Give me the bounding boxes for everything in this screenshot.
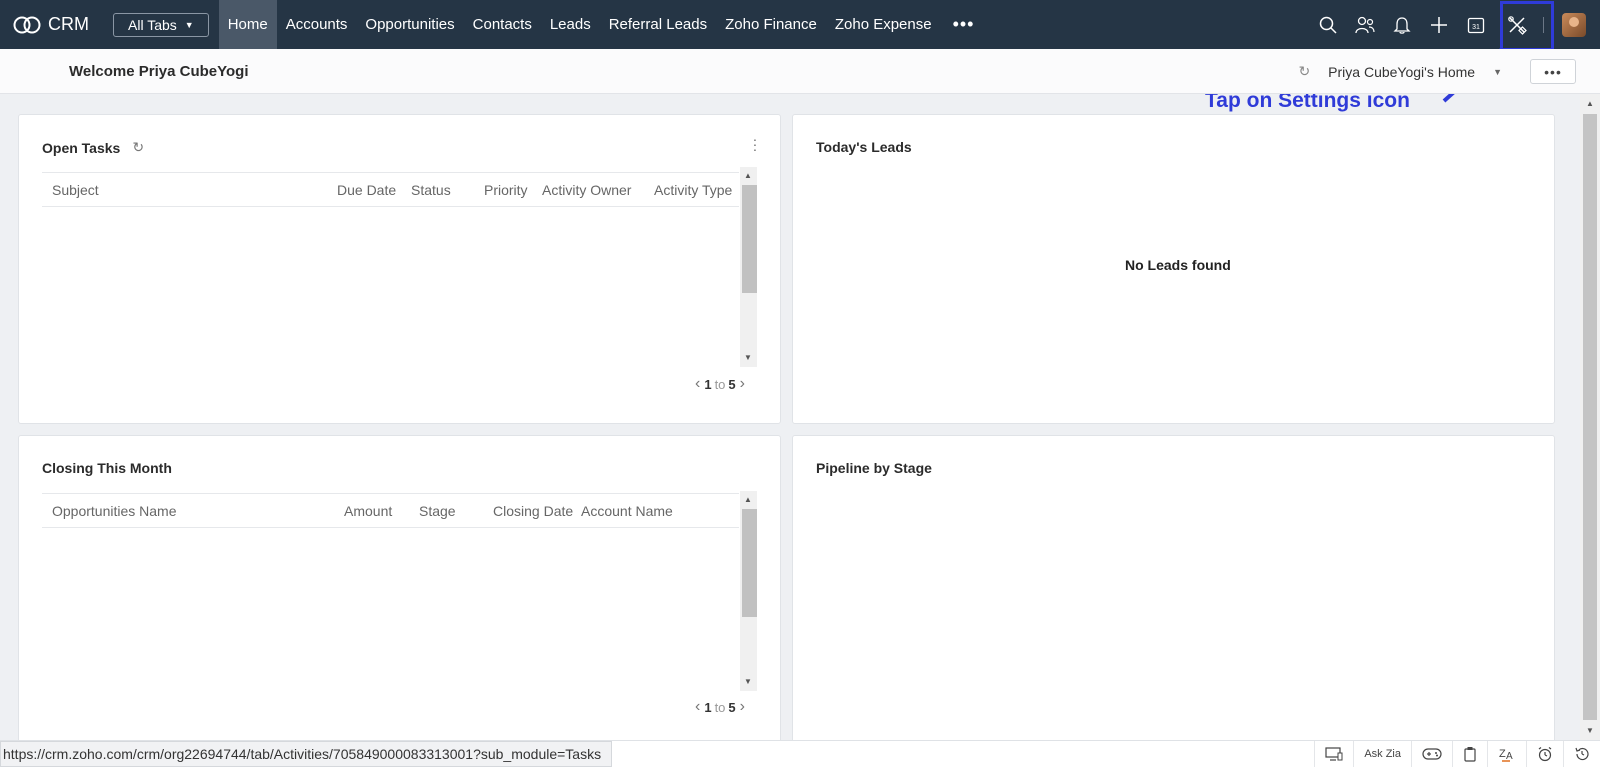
- scroll-down-icon[interactable]: ▼: [744, 677, 752, 686]
- page-header: Welcome Priya CubeYogi ↻ Priya CubeYogi'…: [0, 49, 1600, 94]
- column-header-activity-type[interactable]: Activity Type: [654, 182, 732, 198]
- calendar-icon[interactable]: 31: [1457, 0, 1494, 49]
- nav-icon-group: 31: [1309, 0, 1600, 49]
- bell-icon[interactable]: [1383, 0, 1420, 49]
- svg-text:Z: Z: [1499, 748, 1506, 760]
- scroll-down-icon[interactable]: ▼: [1586, 726, 1594, 735]
- search-icon[interactable]: [1309, 0, 1346, 49]
- pipeline-title: Pipeline by Stage: [816, 460, 932, 476]
- page-from: 1: [704, 699, 712, 715]
- page-to-label: to: [714, 699, 726, 715]
- home-view-label: Priya CubeYogi's Home: [1328, 63, 1476, 80]
- top-navigation-bar: CRM All Tabs ▼ Home Accounts Opportuniti…: [0, 0, 1600, 49]
- tab-referral-leads[interactable]: Referral Leads: [600, 0, 716, 49]
- card-title: Open Tasks ↻: [42, 139, 144, 156]
- plus-icon[interactable]: [1420, 0, 1457, 49]
- refresh-icon[interactable]: ↻: [132, 139, 144, 156]
- scrollbar-thumb[interactable]: [742, 509, 757, 617]
- more-tabs-button[interactable]: •••: [941, 0, 987, 49]
- refresh-icon[interactable]: ↻: [1298, 63, 1310, 80]
- closing-this-month-title: Closing This Month: [42, 460, 172, 476]
- home-view-selector[interactable]: ↻ Priya CubeYogi's Home ▼: [1298, 49, 1502, 94]
- tab-contacts[interactable]: Contacts: [464, 0, 541, 49]
- scroll-up-icon[interactable]: ▲: [744, 495, 752, 504]
- open-tasks-card: Open Tasks ↻ · · · Subject Due Date Status…: [18, 114, 781, 424]
- tab-accounts[interactable]: Accounts: [277, 0, 357, 49]
- scroll-down-icon[interactable]: ▼: [744, 353, 752, 362]
- table-header: Opportunities Name Amount Stage Closing …: [42, 493, 739, 528]
- open-tasks-title: Open Tasks: [42, 139, 121, 156]
- card-title: Closing This Month: [42, 460, 172, 476]
- todays-leads-title: Today's Leads: [816, 139, 912, 155]
- header-more-button[interactable]: •••: [1530, 59, 1576, 84]
- column-header-subject[interactable]: Subject: [52, 182, 99, 198]
- card-title: Today's Leads: [816, 139, 912, 155]
- pagination: ‹ 1 to 5 ›: [691, 698, 749, 716]
- avatar[interactable]: [1562, 12, 1586, 37]
- history-icon[interactable]: [1563, 741, 1600, 767]
- page-to: 5: [728, 699, 736, 715]
- page-from: 1: [704, 376, 712, 392]
- desktop-icon[interactable]: [1314, 741, 1353, 767]
- scroll-up-icon[interactable]: ▲: [744, 171, 752, 180]
- next-page-icon[interactable]: ›: [740, 375, 745, 393]
- scrollbar-thumb[interactable]: [742, 185, 757, 293]
- column-header-closing-date[interactable]: Closing Date: [493, 503, 573, 519]
- pipeline-by-stage-card: Pipeline by Stage: [792, 435, 1555, 745]
- clipboard-icon[interactable]: [1452, 741, 1487, 767]
- status-icon-group: Ask Zia ZA: [1314, 741, 1600, 767]
- column-header-priority[interactable]: Priority: [484, 182, 528, 198]
- column-header-status[interactable]: Status: [411, 182, 451, 198]
- column-header-opportunities-name[interactable]: Opportunities Name: [52, 503, 177, 519]
- page-to-label: to: [714, 376, 726, 392]
- all-tabs-label: All Tabs: [128, 16, 177, 33]
- todays-leads-card: Today's Leads No Leads found: [792, 114, 1555, 424]
- column-header-amount[interactable]: Amount: [344, 503, 392, 519]
- scroll-up-icon[interactable]: ▲: [1586, 99, 1594, 108]
- column-header-stage[interactable]: Stage: [419, 503, 456, 519]
- settings-highlight-box: [1500, 1, 1554, 51]
- card-title: Pipeline by Stage: [816, 460, 932, 476]
- tab-home[interactable]: Home: [218, 0, 277, 49]
- kebab-menu-icon[interactable]: · · ·: [752, 132, 758, 156]
- column-header-activity-owner[interactable]: Activity Owner: [542, 182, 631, 198]
- translate-icon[interactable]: ZA: [1487, 741, 1526, 767]
- tab-zoho-finance[interactable]: Zoho Finance: [716, 0, 826, 49]
- gamepad-icon[interactable]: [1411, 741, 1452, 767]
- closing-this-month-card: Closing This Month Opportunities Name Am…: [18, 435, 781, 745]
- contacts-icon[interactable]: [1346, 0, 1383, 49]
- tab-leads[interactable]: Leads: [541, 0, 600, 49]
- calendar-day: 31: [1472, 24, 1480, 31]
- module-tabs: Home Accounts Opportunities Contacts Lea…: [218, 0, 941, 49]
- caret-down-icon: ▼: [184, 19, 194, 30]
- page-to: 5: [728, 376, 736, 392]
- scrollbar-thumb[interactable]: [1583, 114, 1597, 720]
- column-header-account-name[interactable]: Account Name: [581, 503, 673, 519]
- zoho-crm-logo-icon: [13, 16, 41, 33]
- table-scrollbar[interactable]: ▲ ▼: [740, 491, 757, 691]
- page-scrollbar[interactable]: ▲ ▼: [1580, 94, 1600, 740]
- tab-opportunities[interactable]: Opportunities: [356, 0, 463, 49]
- no-leads-message: No Leads found: [1125, 257, 1231, 273]
- status-bar: https://crm.zoho.com/crm/org22694744/tab…: [0, 740, 1600, 767]
- logo-text: CRM: [48, 14, 89, 34]
- prev-page-icon[interactable]: ‹: [695, 375, 700, 393]
- column-header-due-date[interactable]: Due Date: [337, 182, 396, 198]
- welcome-text: Welcome Priya CubeYogi: [69, 62, 249, 80]
- next-page-icon[interactable]: ›: [740, 698, 745, 716]
- table-header: Subject Due Date Status Priority Activit…: [42, 172, 739, 207]
- pagination: ‹ 1 to 5 ›: [691, 375, 749, 393]
- ask-zia-button[interactable]: Ask Zia: [1353, 741, 1411, 767]
- alarm-icon[interactable]: [1526, 741, 1563, 767]
- status-url: https://crm.zoho.com/crm/org22694744/tab…: [0, 741, 613, 767]
- tab-zoho-expense[interactable]: Zoho Expense: [826, 0, 941, 49]
- crm-logo[interactable]: CRM: [12, 14, 89, 35]
- prev-page-icon[interactable]: ‹: [695, 698, 700, 716]
- table-scrollbar[interactable]: ▲ ▼: [740, 167, 757, 367]
- caret-down-icon: ▼: [1493, 66, 1502, 77]
- all-tabs-button[interactable]: All Tabs ▼: [113, 12, 209, 37]
